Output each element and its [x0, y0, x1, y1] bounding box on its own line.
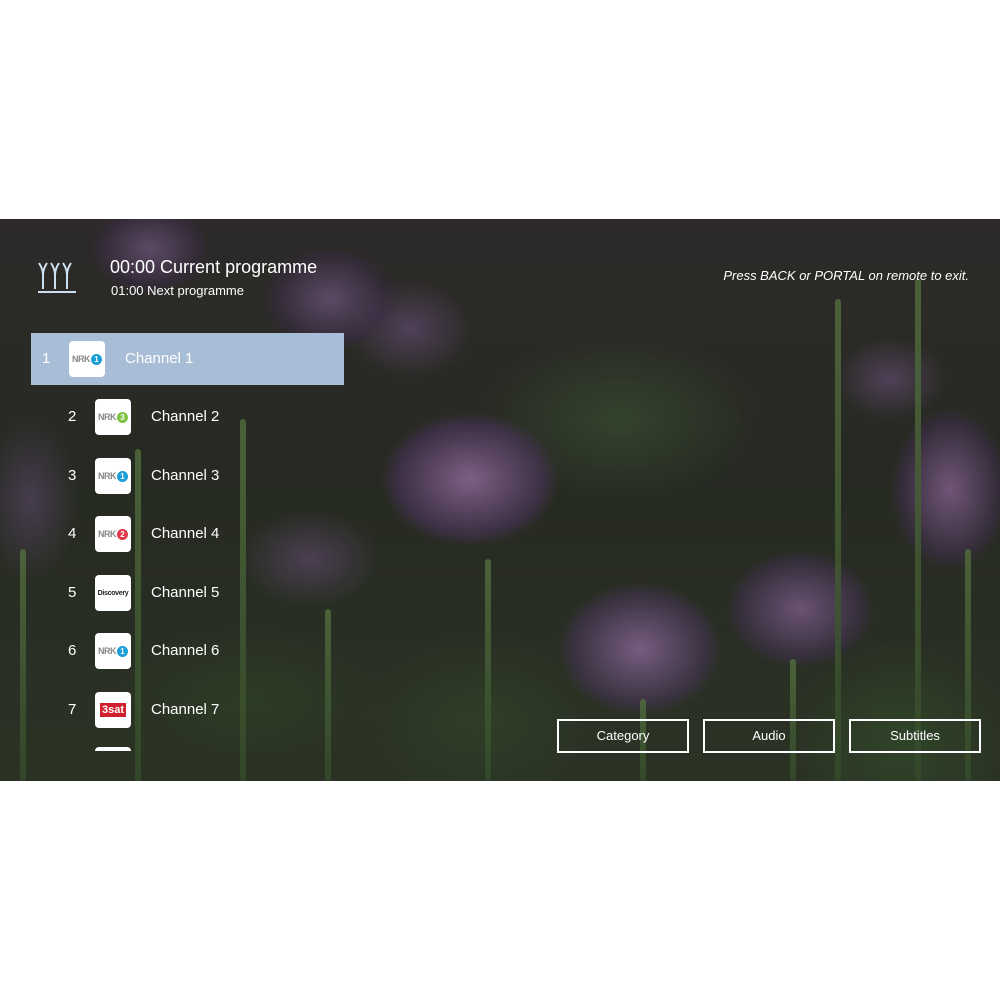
channel-number: 5	[68, 584, 77, 601]
channel-row-4[interactable]: 4 NRK 2 Channel 4	[31, 508, 344, 560]
nrk1-logo-icon: NRK 1	[95, 633, 131, 669]
nrk1-logo-icon: NRK 1	[95, 458, 131, 494]
channel-row-5[interactable]: 5 Discovery Channel 5	[31, 567, 344, 619]
channel-number: 7	[68, 701, 77, 718]
channel-list: 1 NRK 1 Channel 1 2 NRK 3 Channel 2 3 NRK 1…	[31, 333, 344, 751]
channel-name: Channel 4	[151, 525, 220, 542]
nrk2-logo-icon: NRK 2	[95, 516, 131, 552]
current-programme: 00:00 Current programme	[110, 257, 318, 277]
channel-row-7[interactable]: 7 3sat Channel 7	[31, 684, 344, 736]
channel-number: 6	[68, 642, 77, 659]
channel-number: 2	[68, 408, 77, 425]
channel-row-3[interactable]: 3 NRK 1 Channel 3	[31, 450, 344, 502]
discovery-logo-icon: Discovery	[95, 575, 131, 611]
channel-name: Channel 3	[151, 467, 220, 484]
next-channel-logo-partial	[95, 747, 131, 751]
channel-number: 3	[68, 467, 77, 484]
3sat-logo-icon: 3sat	[95, 692, 131, 728]
subtitles-button[interactable]: Subtitles	[849, 719, 981, 753]
nrk3-logo-icon: NRK 3	[95, 399, 131, 435]
channel-row-2[interactable]: 2 NRK 3 Channel 2	[31, 391, 344, 443]
audio-button[interactable]: Audio	[703, 719, 835, 753]
channel-name: Channel 5	[151, 584, 220, 601]
exit-hint: Press BACK or PORTAL on remote to exit.	[723, 268, 969, 283]
channel-row-6[interactable]: 6 NRK 1 Channel 6	[31, 625, 344, 677]
channel-row-1[interactable]: 1 NRK 1 Channel 1	[31, 333, 344, 385]
tv-guide-screen: 00:00 Current programme 01:00 Next progr…	[0, 219, 1000, 781]
channel-number: 4	[68, 525, 77, 542]
channel-name: Channel 6	[151, 642, 220, 659]
channel-name: Channel 7	[151, 701, 220, 718]
category-button[interactable]: Category	[557, 719, 689, 753]
channel-name: Channel 2	[151, 408, 220, 425]
portal-logo-icon	[38, 262, 76, 293]
channel-name: Channel 1	[125, 350, 194, 367]
nrk1-logo-icon: NRK 1	[69, 341, 105, 377]
next-programme: 01:00 Next programme	[111, 283, 244, 298]
channel-number: 1	[42, 350, 51, 367]
